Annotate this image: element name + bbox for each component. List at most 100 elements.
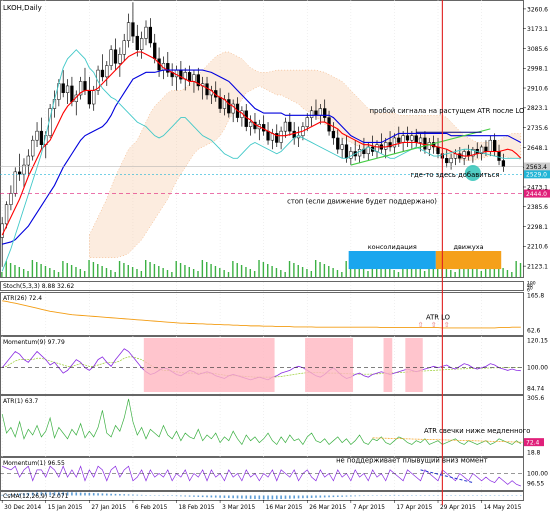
volume-bar — [75, 267, 77, 277]
volume-bar — [362, 269, 365, 277]
volume-bar — [275, 268, 278, 277]
volume-bar — [480, 271, 482, 277]
osma-bar — [228, 495, 230, 499]
candle-body — [26, 155, 30, 166]
osma-bar — [175, 495, 178, 497]
volume-bar — [301, 267, 304, 277]
volume-bar — [419, 269, 421, 277]
volume-bar — [131, 267, 134, 277]
osma-bar — [140, 494, 143, 496]
volume-bar — [506, 270, 509, 277]
osma-bar — [223, 495, 226, 498]
volume-bar — [57, 272, 60, 277]
osma-bar — [284, 495, 287, 499]
candle-body — [139, 38, 144, 50]
candle-body — [340, 144, 344, 150]
price-tick-label: 2210.6 — [527, 244, 548, 251]
volume-bar — [127, 265, 129, 277]
candle-body — [318, 108, 322, 116]
candle-body — [244, 110, 248, 127]
candle-body — [331, 130, 336, 139]
candle-body — [292, 130, 296, 139]
volume-bar — [336, 270, 339, 277]
annotation-atr-candle: ATR свечки ниже медленного — [424, 427, 530, 435]
price-tick-label: 2123.1 — [527, 264, 548, 271]
candle-body — [248, 121, 253, 127]
osma-bar — [232, 495, 234, 499]
volume-bar — [262, 262, 265, 277]
osma-bar — [210, 495, 213, 498]
x-tick-label: 3 Mar 2015 — [222, 505, 255, 511]
volume-bar — [502, 268, 504, 277]
osma-bar — [119, 494, 121, 496]
annotation-add: где-то здесь добавиться — [410, 171, 499, 179]
osma-bar — [180, 495, 182, 497]
volume-bar — [328, 266, 330, 277]
osma-bar — [393, 494, 396, 496]
candle-body — [13, 171, 17, 194]
osma-bar — [110, 493, 112, 496]
osma-bar — [123, 494, 126, 496]
price-tick-label: 2648.1 — [527, 145, 548, 152]
momentum-tick-label: 100.00 — [527, 365, 548, 372]
annotation-breakout: пробой сигнала на растущем ATR после LO — [370, 107, 525, 115]
volume-bar — [284, 272, 286, 277]
volume-bar — [53, 270, 55, 277]
candle-body — [105, 65, 109, 78]
volume-bar — [1, 272, 3, 277]
volume-bar — [44, 266, 47, 277]
candle-body — [205, 83, 209, 96]
candle-body — [4, 204, 9, 225]
price-tick-label: 3173.1 — [527, 26, 548, 33]
candle-body — [323, 108, 327, 118]
price-tick-label: 2298.1 — [527, 224, 548, 231]
volume-bar — [393, 270, 395, 277]
volume-bar — [297, 265, 299, 277]
volume-bar — [319, 262, 321, 277]
volume-bar — [49, 268, 51, 277]
candle-body — [445, 158, 449, 164]
volume-bar — [240, 265, 243, 277]
candle-body — [384, 142, 388, 150]
osma-bar — [310, 495, 313, 498]
volume-bar — [14, 265, 16, 277]
volume-bar — [445, 268, 448, 277]
price-badge-label: 2529.0 — [526, 172, 547, 179]
price-tick-label: 2823.1 — [527, 105, 548, 112]
osma-bar — [302, 495, 304, 499]
volume-bar — [253, 271, 256, 277]
momentum-tick-label: 84.74 — [527, 385, 544, 392]
osma-bar — [289, 495, 291, 499]
volume-bar — [153, 264, 156, 277]
osma-bar — [214, 495, 217, 498]
volume-bar — [92, 262, 95, 277]
volume-bar — [249, 269, 252, 277]
x-tick-label: 26 Mar 2015 — [309, 505, 346, 511]
volume-bar — [192, 269, 195, 277]
volume-bar — [227, 272, 230, 277]
candle-body — [153, 42, 157, 60]
volume-bar — [158, 266, 160, 277]
candle-body — [462, 151, 466, 159]
candle-body — [65, 85, 70, 93]
osma-bar — [249, 495, 252, 499]
volume-bar — [175, 261, 177, 277]
volume-bar — [454, 272, 456, 277]
candle-body — [488, 139, 492, 152]
osma-bar — [358, 495, 361, 497]
price-tick-label: 2910.6 — [527, 85, 548, 92]
candle-body — [344, 144, 349, 159]
candle-body — [436, 146, 440, 155]
atr26-tick-label: 165.8 — [527, 292, 544, 299]
volume-bar — [105, 268, 108, 277]
osma-bar — [297, 495, 300, 499]
volume-bar — [293, 263, 295, 277]
osma-bar — [201, 495, 204, 498]
atr-arrow-icon: ⇧ — [418, 321, 424, 329]
candle-body — [70, 85, 74, 103]
osma-bar — [193, 495, 195, 497]
osma-bar — [275, 495, 278, 500]
candle-body — [314, 110, 318, 116]
momentum1-tick-label: 96.55 — [527, 481, 544, 488]
volume-bar — [511, 272, 513, 277]
